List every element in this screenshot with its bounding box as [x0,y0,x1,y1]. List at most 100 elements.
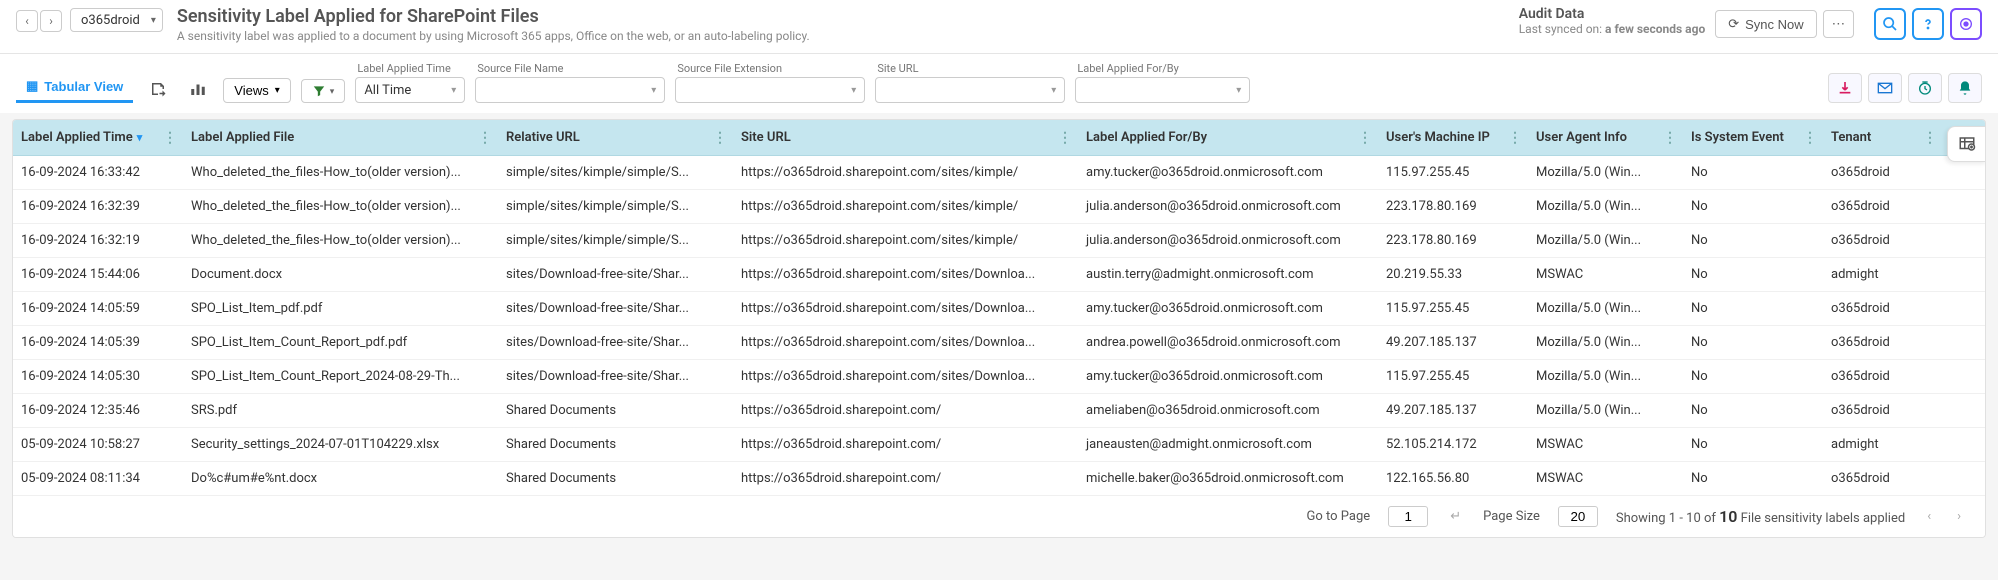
table-row[interactable]: 16-09-2024 16:33:42Who_deleted_the_files… [13,156,1985,190]
filter-button[interactable]: ▾ [301,79,346,103]
table-cell: 16-09-2024 14:05:30 [13,360,183,393]
column-menu-icon[interactable]: ⋮ [1358,130,1372,146]
schedule-button[interactable] [1908,73,1942,103]
table-cell: austin.terry@admight.onmicrosoft.com [1078,258,1378,291]
chevron-down-icon: ▾ [651,85,656,96]
chart-icon[interactable] [183,75,213,103]
table-row[interactable]: 16-09-2024 14:05:30SPO_List_Item_Count_R… [13,360,1985,394]
filter-label-filename: Source File Name [475,62,665,75]
table-cell: https://o365droid.sharepoint.com/sites/D… [733,292,1078,325]
table-cell: sites/Download-free-site/Shar... [498,360,733,393]
table-cell: o365droid [1823,292,1943,325]
table-cell: MSWAC [1528,462,1683,495]
table-cell: admight [1823,428,1943,461]
table-cell: Do%c#um#e%nt.docx [183,462,498,495]
tenant-selected: o365droid [81,13,140,28]
table-cell: julia.anderson@o365droid.onmicrosoft.com [1078,190,1378,223]
table-cell: 115.97.255.45 [1378,156,1528,189]
export-icon[interactable] [143,75,173,103]
table-row[interactable]: 16-09-2024 14:05:59SPO_List_Item_pdf.pdf… [13,292,1985,326]
sync-now-button[interactable]: ⟳ Sync Now [1715,10,1816,38]
column-header[interactable]: Tenant⋮ [1823,120,1943,155]
column-header[interactable]: Site URL⋮ [733,120,1078,155]
pagesize-input[interactable] [1558,506,1598,527]
column-menu-icon[interactable]: ⋮ [478,130,492,146]
column-menu-icon[interactable]: ⋮ [163,130,177,146]
table-cell: o365droid [1823,190,1943,223]
ai-icon-button[interactable] [1950,8,1982,40]
table-cell: SPO_List_Item_Count_Report_pdf.pdf [183,326,498,359]
prev-page-button[interactable]: ‹ [1923,509,1935,524]
goto-page-submit[interactable]: ↵ [1446,509,1465,524]
help-icon-button[interactable] [1912,8,1944,40]
chevron-down-icon: ▾ [1236,85,1241,96]
tenant-dropdown[interactable]: o365droid [70,8,163,32]
more-menu-button[interactable]: ⋯ [1823,10,1854,38]
filter-dropdown-ext[interactable]: ▾ [675,77,865,103]
table-cell: simple/sites/kimple/simple/S... [498,156,733,189]
nav-forward-button[interactable]: › [40,10,62,32]
table-cell: No [1683,360,1823,393]
goto-page-input[interactable] [1388,506,1428,527]
views-dropdown[interactable]: Views▾ [223,78,290,103]
column-header[interactable]: Label Applied File⋮ [183,120,498,155]
table-cell: janeausten@admight.onmicrosoft.com [1078,428,1378,461]
email-button[interactable] [1868,73,1902,103]
table-row[interactable]: 16-09-2024 14:05:39SPO_List_Item_Count_R… [13,326,1985,360]
table-cell: SPO_List_Item_Count_Report_2024-08-29-Th… [183,360,498,393]
column-header[interactable]: User Agent Info⋮ [1528,120,1683,155]
column-header[interactable]: Relative URL⋮ [498,120,733,155]
nav-back-button[interactable]: ‹ [16,10,38,32]
table-icon: ▦ [26,78,38,94]
filter-dropdown-siteurl[interactable]: ▾ [875,77,1065,103]
column-menu-icon[interactable]: ⋮ [1923,130,1937,146]
table-cell: Shared Documents [498,462,733,495]
table-cell: No [1683,428,1823,461]
table-row[interactable]: 05-09-2024 08:11:34Do%c#um#e%nt.docxShar… [13,462,1985,496]
table-cell: 49.207.185.137 [1378,394,1528,427]
next-page-button[interactable]: › [1953,509,1965,524]
chevron-down-icon: ▾ [275,85,280,96]
filter-dropdown-filename[interactable]: ▾ [475,77,665,103]
column-menu-icon[interactable]: ⋮ [1058,130,1072,146]
table-row[interactable]: 05-09-2024 10:58:27Security_settings_202… [13,428,1985,462]
column-menu-icon[interactable]: ⋮ [1508,130,1522,146]
column-header[interactable]: User's Machine IP⋮ [1378,120,1528,155]
table-cell: admight [1823,258,1943,291]
column-menu-icon[interactable]: ⋮ [713,130,727,146]
goto-page-label: Go to Page [1307,509,1371,524]
column-menu-icon[interactable]: ⋮ [1803,130,1817,146]
table-cell: amy.tucker@o365droid.onmicrosoft.com [1078,360,1378,393]
column-settings-button[interactable] [1947,126,1986,162]
table-cell: 16-09-2024 12:35:46 [13,394,183,427]
table-row[interactable]: 16-09-2024 16:32:19Who_deleted_the_files… [13,224,1985,258]
pagesize-label: Page Size [1483,509,1540,524]
table-cell: 16-09-2024 16:32:19 [13,224,183,257]
tabular-view-tab[interactable]: ▦ Tabular View [16,72,133,103]
table-cell: o365droid [1823,156,1943,189]
table-cell: andrea.powell@o365droid.onmicrosoft.com [1078,326,1378,359]
showing-text: Showing 1 - 10 of 10 File sensitivity la… [1616,507,1905,526]
page-title: Sensitivity Label Applied for SharePoint… [177,6,1519,27]
table-cell: 16-09-2024 14:05:59 [13,292,183,325]
table-cell: Who_deleted_the_files-How_to(older versi… [183,190,498,223]
column-header[interactable]: Label Applied Time▾⋮ [13,120,183,155]
column-header[interactable]: Label Applied For/By⋮ [1078,120,1378,155]
alert-button[interactable] [1948,73,1982,103]
table-cell: Mozilla/5.0 (Win... [1528,326,1683,359]
table-cell: 49.207.185.137 [1378,326,1528,359]
column-menu-icon[interactable]: ⋮ [1663,130,1677,146]
refresh-icon: ⟳ [1728,16,1739,32]
filter-dropdown-time[interactable]: All Time▾ [355,77,465,103]
table-cell: No [1683,258,1823,291]
table-row[interactable]: 16-09-2024 12:35:46SRS.pdfShared Documen… [13,394,1985,428]
table-row[interactable]: 16-09-2024 16:32:39Who_deleted_the_files… [13,190,1985,224]
table-cell: Document.docx [183,258,498,291]
filter-dropdown-appliedby[interactable]: ▾ [1075,77,1250,103]
download-button[interactable] [1828,73,1862,103]
table-row[interactable]: 16-09-2024 15:44:06Document.docxsites/Do… [13,258,1985,292]
column-header[interactable]: Is System Event⋮ [1683,120,1823,155]
table-cell: No [1683,190,1823,223]
search-icon-button[interactable] [1874,8,1906,40]
table-cell: https://o365droid.sharepoint.com/sites/D… [733,360,1078,393]
